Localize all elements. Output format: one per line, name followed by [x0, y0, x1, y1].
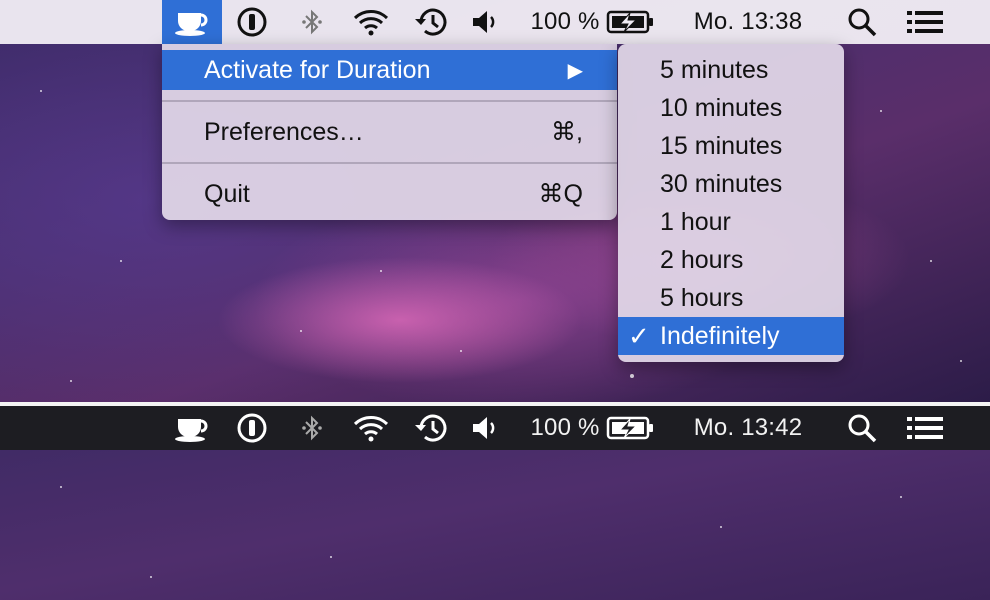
duration-submenu: 5 minutes 10 minutes 15 minutes 30 minut… — [618, 44, 844, 362]
clock-menu[interactable]: Mo. 13:38 — [680, 0, 816, 44]
menu-item-quit[interactable]: Quit ⌘Q — [162, 174, 617, 214]
volume-menu[interactable] — [468, 406, 502, 450]
submenu-item-2-hours[interactable]: 2 hours — [618, 241, 844, 279]
wifi-menu[interactable] — [348, 0, 394, 44]
one-password-icon — [237, 413, 267, 443]
notification-center-icon — [907, 417, 943, 439]
coffee-dropdown-menu: Activate for Duration ▶ Preferences… ⌘, … — [162, 44, 617, 220]
bluetooth-menu[interactable] — [296, 0, 328, 44]
submenu-item-10-minutes[interactable]: 10 minutes — [618, 89, 844, 127]
bluetooth-menu[interactable] — [296, 406, 328, 450]
time-machine-icon — [415, 8, 447, 36]
submenu-item-15-minutes[interactable]: 15 minutes — [618, 127, 844, 165]
menu-item-label: Preferences… — [204, 117, 364, 146]
spotlight-menu[interactable] — [842, 406, 882, 450]
top-screenshot: 100 % Mo. 13:38 Activate for Duration ▶ … — [0, 0, 990, 402]
clock: Mo. 13:38 — [693, 8, 803, 35]
search-icon — [848, 414, 877, 443]
wifi-menu[interactable] — [348, 406, 394, 450]
checkmark-icon: ✓ — [628, 320, 650, 351]
notification-center-menu[interactable] — [904, 0, 946, 44]
notification-center-icon — [907, 11, 943, 33]
submenu-item-label: 10 minutes — [660, 93, 783, 122]
submenu-item-1-hour[interactable]: 1 hour — [618, 203, 844, 241]
submenu-item-5-hours[interactable]: 5 hours — [618, 279, 844, 317]
search-icon — [848, 8, 877, 37]
notification-center-menu[interactable] — [904, 406, 946, 450]
wifi-icon — [353, 10, 389, 36]
battery-percent: 100 % — [530, 8, 600, 35]
one-password-icon — [237, 7, 267, 37]
submenu-item-label: 2 hours — [660, 245, 744, 274]
submenu-item-label: 5 minutes — [660, 55, 769, 84]
submenu-item-label: 15 minutes — [660, 131, 783, 160]
coffee-menu-extra[interactable] — [162, 0, 222, 44]
time-machine-menu[interactable] — [410, 0, 452, 44]
wifi-icon — [353, 416, 389, 442]
coffee-cup-icon — [175, 419, 208, 442]
menu-item-shortcut: ⌘Q — [538, 180, 583, 208]
one-password-menu[interactable] — [232, 0, 272, 44]
coffee-cup-icon — [175, 13, 208, 36]
bluetooth-icon — [302, 9, 322, 35]
one-password-menu[interactable] — [232, 406, 272, 450]
submenu-item-30-minutes[interactable]: 30 minutes — [618, 165, 844, 203]
submenu-item-indefinitely[interactable]: ✓ Indefinitely — [618, 317, 844, 355]
time-machine-menu[interactable] — [410, 406, 452, 450]
submenu-item-label: Indefinitely — [660, 321, 780, 350]
volume-menu[interactable] — [468, 0, 502, 44]
time-machine-icon — [415, 414, 447, 442]
battery-percent: 100 % — [530, 414, 600, 441]
menu-item-label: Quit — [204, 179, 250, 208]
menu-item-label: Activate for Duration — [204, 55, 431, 84]
battery-charging-icon — [606, 10, 653, 34]
coffee-menu-extra[interactable] — [162, 406, 222, 450]
menu-item-shortcut: ⌘, — [551, 118, 583, 146]
submenu-item-label: 30 minutes — [660, 169, 783, 198]
volume-icon — [473, 11, 495, 33]
battery-menu[interactable]: 100 % — [528, 406, 658, 450]
volume-icon — [473, 417, 495, 439]
clock: Mo. 13:42 — [693, 414, 803, 441]
submenu-arrow-icon: ▶ — [567, 59, 583, 82]
menu-item-preferences[interactable]: Preferences… ⌘, — [162, 112, 617, 152]
battery-charging-icon — [606, 416, 653, 440]
spotlight-menu[interactable] — [842, 0, 882, 44]
submenu-item-label: 1 hour — [660, 207, 731, 236]
battery-menu[interactable]: 100 % — [528, 0, 658, 44]
bluetooth-icon — [302, 415, 322, 441]
clock-menu[interactable]: Mo. 13:42 — [680, 406, 816, 450]
bottom-screenshot: 100 % Mo. 13:42 — [0, 406, 990, 600]
submenu-item-label: 5 hours — [660, 283, 744, 312]
menu-separator — [162, 100, 617, 102]
menu-bar: 100 % Mo. 13:38 — [0, 0, 990, 44]
menu-item-activate-for-duration[interactable]: Activate for Duration ▶ — [162, 50, 617, 90]
submenu-item-5-minutes[interactable]: 5 minutes — [618, 51, 844, 89]
menu-separator — [162, 162, 617, 164]
menu-bar-dark: 100 % Mo. 13:42 — [0, 406, 990, 450]
